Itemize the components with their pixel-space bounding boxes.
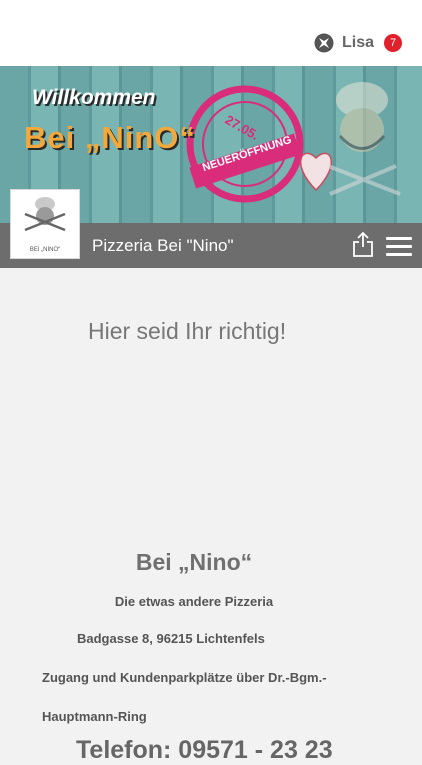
user-name: Lisa xyxy=(341,34,374,51)
app-logo-icon xyxy=(314,33,334,53)
access-info-line2: Hauptmann-Ring xyxy=(42,709,147,724)
share-icon[interactable] xyxy=(352,231,374,257)
logo-caption: BEI „NINO“ xyxy=(29,247,61,253)
page-title: Pizzeria Bei "Nino" xyxy=(92,236,234,255)
notification-badge[interactable]: 7 xyxy=(384,34,402,52)
restaurant-logo: BEI „NINO“ xyxy=(10,189,80,259)
access-info-line1: Zugang und Kundenparkplätze über Dr.-Bgm… xyxy=(42,670,327,685)
user-account[interactable]: Lisa 7 xyxy=(314,33,402,53)
headline: Hier seid Ihr richtig! xyxy=(88,318,287,344)
pirate-chef-icon xyxy=(24,197,66,232)
heart-graphic xyxy=(299,152,333,192)
chef-graphic xyxy=(327,82,401,196)
address: Badgasse 8, 96215 Lichtenfels xyxy=(77,631,265,646)
restaurant-name: Bei „Nino“ xyxy=(135,549,253,575)
hamburger-menu-icon[interactable] xyxy=(386,237,412,257)
slogan: Die etwas andere Pizzeria xyxy=(114,594,274,609)
banner-welcome: Willkommen xyxy=(32,86,156,109)
phone-number[interactable]: Telefon: 09571 - 23 23 xyxy=(76,736,333,765)
banner-name: Bei „NinO“ xyxy=(24,120,196,155)
top-bar: Lisa 7 xyxy=(0,0,422,66)
